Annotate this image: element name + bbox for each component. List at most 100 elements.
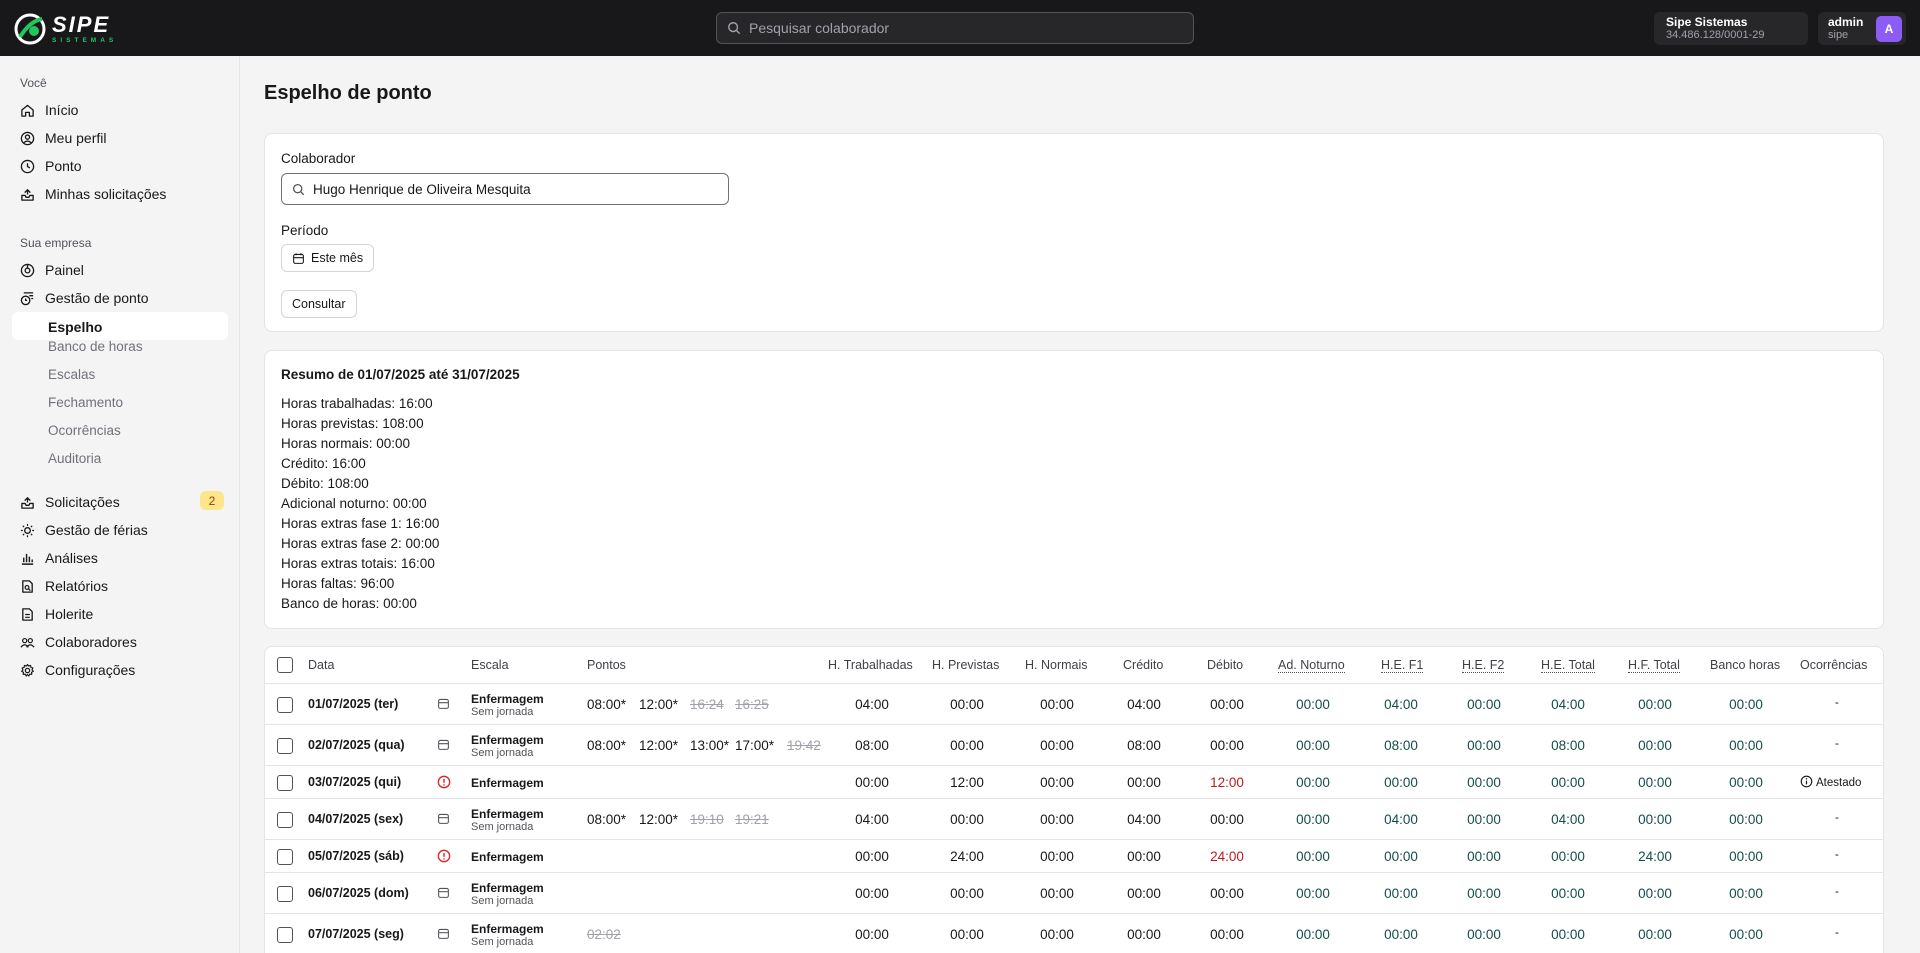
row-checkbox[interactable] [277,774,293,791]
column-header-he-f2[interactable]: H.E. F2 [1462,658,1505,673]
cell-cred: 04:00 [1127,811,1161,827]
row-escala: Enfermagem Sem jornada [471,692,544,719]
column-header-hf-total[interactable]: H.F. Total [1628,658,1680,673]
search-input[interactable]: Pesquisar colaborador [716,12,1194,44]
escala-name: Enfermagem [471,921,544,936]
table-row[interactable]: 04/07/2025 (sex) Enfermagem Sem jornada 08:… [265,798,1883,839]
select-all-checkbox[interactable] [277,657,293,673]
calendar-icon[interactable] [437,812,453,828]
row-checkbox[interactable] [277,885,293,902]
punch-time[interactable]: 08:00* [587,812,626,827]
sidebar: Você Início Meu perfil Ponto Minhas soli… [0,56,240,953]
calendar-icon[interactable] [437,886,453,902]
punch-time-disregarded[interactable]: 02:02 [587,927,621,942]
column-header-he-f1[interactable]: H.E. F1 [1381,658,1424,673]
row-escala: Enfermagem Sem jornada [471,733,544,760]
sidebar-item-label: Painel [45,262,84,278]
consult-button[interactable]: Consultar [281,290,357,318]
sidebar-item-label: Gestão de ponto [45,290,149,306]
column-header-data[interactable]: Data [308,658,334,672]
escala-sub: Sem jornada [471,746,534,759]
table-row[interactable]: 06/07/2025 (dom) Enfermagem Sem jornada 00:… [265,872,1883,913]
calendar-icon [293,252,304,264]
sidebar-item-meu-perfil[interactable]: Meu perfil [20,125,106,151]
column-header-he-total[interactable]: H.E. Total [1541,658,1595,673]
summary-line: Crédito: 16:00 [281,456,366,471]
cell-deb: 00:00 [1210,811,1244,827]
sidebar-item-minhas-solicitacoes[interactable]: Minhas solicitações [20,181,166,207]
punch-time[interactable]: 08:00* [587,697,626,712]
occurrence-label: - [1835,926,1839,939]
logo[interactable]: SIPE SISTEMAS [14,11,113,45]
column-header-label: H.F. Total [1628,658,1680,673]
company-cnpj: 34.486.128/0001-29 [1666,29,1765,41]
calendar-icon[interactable] [437,927,453,943]
sidebar-item-analises[interactable]: Análises [20,545,98,571]
summary-line: Débito: 108:00 [281,476,369,491]
sidebar-item-ponto[interactable]: Ponto [20,153,82,179]
punch-time[interactable]: 12:00* [639,738,678,753]
row-checkbox[interactable] [277,926,293,943]
punch-time-disregarded[interactable]: 16:24 [690,697,724,712]
sidebar-item-gestao-de-ponto[interactable]: Gestão de ponto [20,285,149,311]
sidebar-item-gestao-de-ferias[interactable]: Gestão de férias [20,517,148,543]
cell-deb: 00:00 [1210,926,1244,942]
bar-chart-icon [21,553,34,565]
alert-icon[interactable] [437,775,453,791]
punch-time[interactable]: 12:00* [639,812,678,827]
sidebar-subitem-fechamento[interactable]: Fechamento [48,389,123,415]
table-row[interactable]: 01/07/2025 (ter) Enfermagem Sem jornada 08:… [265,683,1883,724]
row-checkbox[interactable] [277,848,293,865]
sidebar-item-holerite[interactable]: Holerite [20,601,93,627]
sidebar-item-painel[interactable]: Painel [20,257,84,283]
table-row[interactable]: 05/07/2025 (sáb) Enfermagem 00:00 24:00 00:0… [265,839,1883,872]
row-checkbox[interactable] [277,811,293,828]
sidebar-item-inicio[interactable]: Início [20,97,78,123]
row-checkbox[interactable] [277,696,293,713]
sidebar-item-relatorios[interactable]: Relatórios [20,573,108,599]
sidebar-item-colaboradores[interactable]: Colaboradores [20,629,137,655]
punch-time[interactable]: 08:00* [587,738,626,753]
cell-banco: 00:00 [1729,774,1763,790]
punch-time[interactable]: 13:00* [690,738,729,753]
calendar-icon[interactable] [437,738,453,754]
collaborator-field[interactable]: Hugo Henrique de Oliveira Mesquita [281,173,729,205]
table-row[interactable]: 02/07/2025 (qua) Enfermagem Sem jornada 08:… [265,724,1883,765]
sidebar-subitem-escalas[interactable]: Escalas [48,361,95,387]
summary-line: Adicional noturno: 00:00 [281,496,427,511]
column-header-debito: Débito [1207,658,1244,672]
sidebar-item-solicitacoes[interactable]: Solicitações [20,489,120,515]
cell-het: 04:00 [1551,811,1585,827]
cell-prev: 00:00 [950,926,984,942]
sidebar-subitem-ocorrencias[interactable]: Ocorrências [48,417,121,443]
period-select[interactable]: Este mês [281,244,375,272]
sidebar-subitem-banco-de-horas[interactable]: Banco de horas [48,333,143,359]
sidebar-item-label: Relatórios [45,578,109,594]
column-header-escala: Escala [471,658,509,672]
sidebar-subitem-auditoria[interactable]: Auditoria [48,445,101,471]
cell-ocorrencias[interactable]: Atestado [1800,775,1861,791]
row-checkbox[interactable] [277,737,293,754]
column-header-h-trabalhadas: H. Trabalhadas [828,658,913,672]
sidebar-item-label: Solicitações [45,494,120,510]
column-header-ad-noturno[interactable]: Ad. Noturno [1278,658,1345,673]
sidebar-item-configuracoes[interactable]: Configurações [20,657,135,683]
punch-time-disregarded[interactable]: 19:42 [787,738,821,753]
occurrence-label: - [1835,848,1839,861]
punch-time[interactable]: 12:00* [639,697,678,712]
company-switcher[interactable]: Sipe Sistemas 34.486.128/0001-29 [1654,12,1808,45]
table-row[interactable]: 03/07/2025 (qui) Enfermagem 00:00 12:00 00:0… [265,765,1883,798]
cell-cred: 00:00 [1127,885,1161,901]
punch-time[interactable]: 17:00* [735,738,774,753]
alert-icon[interactable] [437,849,453,865]
summary-line: Horas extras totais: 16:00 [281,556,435,571]
row-escala: Enfermagem Sem jornada [471,922,544,949]
user-menu[interactable]: admin sipe A [1818,12,1906,45]
escala-name: Enfermagem [471,880,544,895]
calendar-icon[interactable] [437,697,453,713]
punch-time-disregarded[interactable]: 19:21 [735,812,769,827]
punch-time-disregarded[interactable]: 19:10 [690,812,724,827]
table-row[interactable]: 07/07/2025 (seg) Enfermagem Sem jornada 02:… [265,913,1883,953]
punch-time-disregarded[interactable]: 16:25 [735,697,769,712]
cell-banco: 00:00 [1729,848,1763,864]
